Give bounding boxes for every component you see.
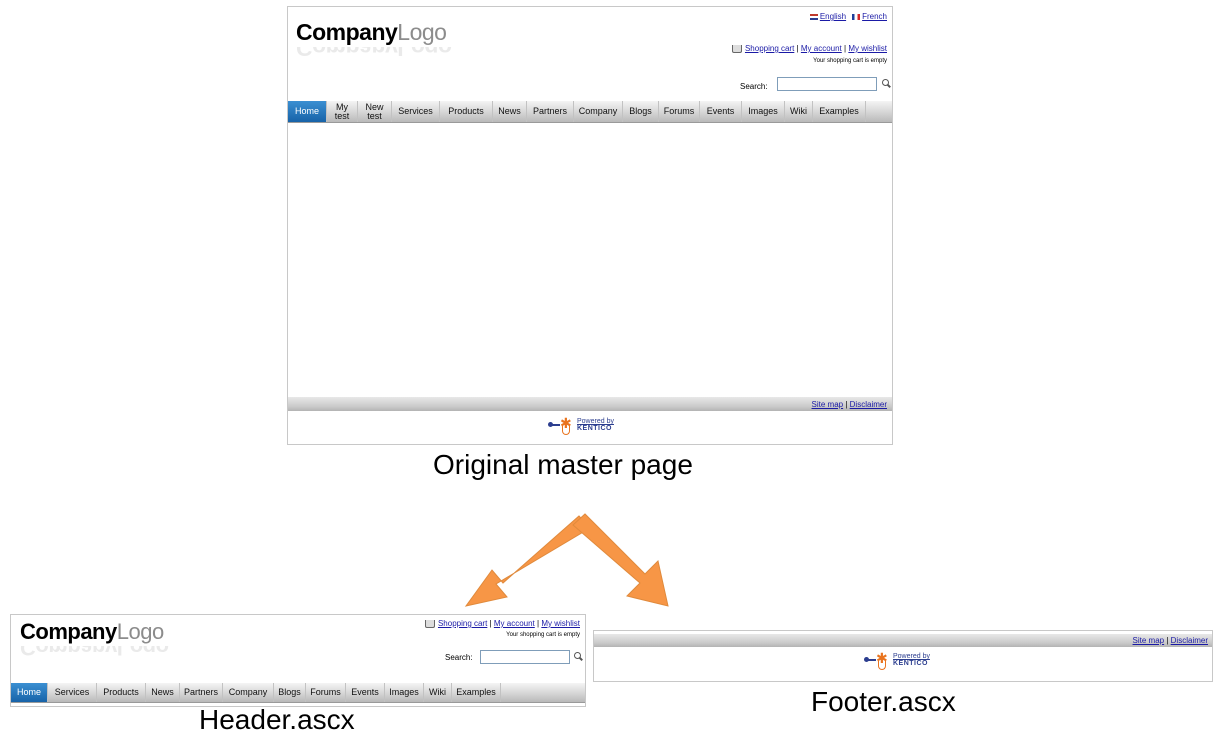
powered-by-line: Powered by [893,653,930,660]
company-logo[interactable]: CompanyLogo [20,621,164,643]
plug-dot [864,657,869,662]
caption-footer: Footer.ascx [811,686,956,717]
menu-item-wiki[interactable]: Wiki [424,683,452,702]
plug-hook [878,661,886,670]
logo-reflection-logo: Logo [117,646,169,658]
menu-item-images[interactable]: Images [385,683,424,702]
menu-item-events[interactable]: Events [346,683,385,702]
arrow-to-header [464,515,591,607]
shopping-cart-icon [424,619,435,628]
menu-item-partners[interactable]: Partners [180,683,223,702]
separator: | [1166,636,1169,645]
kentico-line: KENTICO [893,660,928,667]
menu-item-home[interactable]: Home [11,683,48,702]
logo-reflection: CompanyLogo [20,646,169,658]
my-wishlist-link[interactable]: My wishlist [541,619,580,628]
caption-header: Header.ascx [199,704,355,735]
search-icon[interactable] [574,652,581,659]
site-map-link[interactable]: Site map [1133,636,1165,645]
disclaimer-link[interactable]: Disclaimer [1171,636,1208,645]
menu-item-products[interactable]: Products [97,683,146,702]
shopping-cart-link[interactable]: Shopping cart [438,619,487,628]
menu-item-company[interactable]: Company [223,683,274,702]
search-label: Search: [445,653,473,662]
logo-company-text: Company [20,619,117,644]
header-ascx-screenshot: CompanyLogo CompanyLogo Shopping cart | … [10,614,586,707]
cart-status-text: Your shopping cart is empty [506,632,580,638]
my-account-link[interactable]: My account [494,619,535,628]
separator: | [489,619,492,628]
footer-bar: Site map | Disclaimer [594,634,1212,647]
account-links: Shopping cart | My account | My wishlist [424,619,580,628]
menu-item-examples[interactable]: Examples [452,683,501,702]
main-menu: Home Services Products News Partners Company B… [11,683,585,703]
menu-item-forums[interactable]: Forums [306,683,346,702]
separator: | [537,619,540,628]
menu-item-news[interactable]: News [146,683,180,702]
powered-by-kentico[interactable]: ✱ Powered by KENTICO [864,651,930,670]
menu-item-services[interactable]: Services [48,683,97,702]
powered-by-text: Powered by KENTICO [893,653,930,667]
logo-reflection-company: Company [20,646,117,658]
footer-ascx-screenshot: Site map | Disclaimer ✱ Powered by KENTI… [593,630,1213,682]
arrow-to-footer [572,513,669,607]
kentico-logo-icon: ✱ [864,651,890,670]
search-input[interactable] [480,650,570,664]
logo-logo-text: Logo [116,619,164,644]
menu-item-blogs[interactable]: Blogs [274,683,306,702]
